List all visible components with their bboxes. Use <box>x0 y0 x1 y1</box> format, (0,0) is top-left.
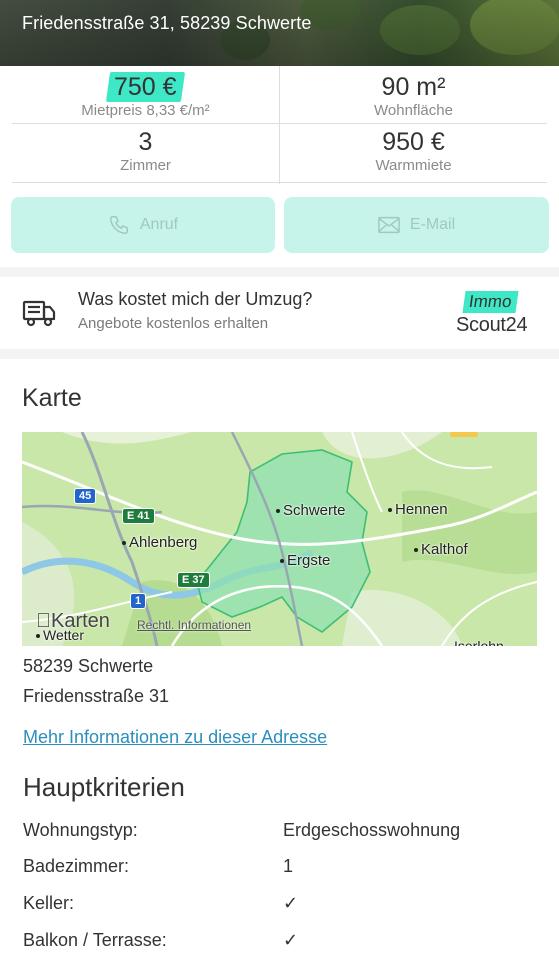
criteria-value: 1 <box>283 856 294 876</box>
apple-icon:  <box>36 610 51 632</box>
fact-area: 90 m² Wohnfläche <box>280 72 547 120</box>
map-place-ahlenberg: Ahlenberg <box>122 534 197 551</box>
rent-label: Mietpreis 8,33 €/m² <box>81 102 210 119</box>
area-value: 90 m² <box>381 73 446 101</box>
road-sign-e37: E 37 <box>177 572 210 588</box>
address-postal: 58239 Schwerte <box>23 656 154 676</box>
moving-subtitle: Angebote kostenlos erhalten <box>78 315 269 332</box>
road-sign-b1: 1 <box>130 593 147 609</box>
criteria-key: Balkon / Terrasse: <box>23 930 167 950</box>
map-legal-link[interactable]: Rechtl. Informationen <box>137 618 251 632</box>
section-divider <box>0 267 559 277</box>
road-sign-e41: E 41 <box>122 508 155 524</box>
criteria-key: Badezimmer: <box>23 856 130 876</box>
location-map[interactable]: 45 E 41 E 37 1 Schwerte Hennen Ahlenberg… <box>22 432 537 646</box>
map-provider: Karten <box>36 610 110 632</box>
check-icon: ✓ <box>283 893 299 913</box>
fact-rent: 750 € Mietpreis 8,33 €/m² <box>12 72 279 120</box>
listing-address: Friedensstraße 31, 58239 Schwerte <box>22 13 312 33</box>
warm-value: 950 € <box>382 128 445 156</box>
check-icon: ✓ <box>283 930 299 950</box>
fact-rooms: 3 Zimmer <box>12 127 279 175</box>
mail-label: E-Mail <box>409 216 456 233</box>
criteria-key: Keller: <box>23 893 75 913</box>
moving-cost-banner[interactable]: Was kostet mich der Umzug? Angebote kost… <box>0 277 559 349</box>
email-button[interactable]: E-Mail <box>284 197 549 253</box>
mail-icon <box>378 216 400 234</box>
criteria-heading: Hauptkriterien <box>23 772 185 802</box>
road-sign-a45: 45 <box>74 488 97 504</box>
criteria-row: Balkon / Terrasse: ✓ <box>23 930 543 958</box>
fact-warm-rent: 950 € Warmmiete <box>280 127 547 175</box>
criteria-row: Badezimmer: 1 <box>23 856 543 884</box>
call-label: Anruf <box>139 216 179 233</box>
criteria-value: Erdgeschosswohnung <box>283 820 461 840</box>
map-place-iserlohn: Iserlohn <box>454 638 504 646</box>
map-place-ergste: Ergste <box>280 552 330 569</box>
key-facts: 750 € Mietpreis 8,33 €/m² 90 m² Wohnfläc… <box>12 66 547 184</box>
area-label: Wohnfläche <box>374 102 453 119</box>
address-info-link[interactable]: Mehr Informationen zu dieser Adresse <box>23 727 327 748</box>
immoscout-logo: Immo Scout24 <box>456 291 528 336</box>
map-place-kalthof: Kalthof <box>414 541 468 558</box>
call-button[interactable]: Anruf <box>11 197 275 253</box>
map-place-hennen: Hennen <box>388 501 448 518</box>
truck-icon <box>22 298 56 333</box>
section-divider <box>0 349 559 359</box>
rooms-value: 3 <box>138 128 153 156</box>
listing-photo[interactable]: Friedensstraße 31, 58239 Schwerte <box>0 0 559 66</box>
criteria-row: Keller: ✓ <box>23 893 543 921</box>
warm-label: Warmmiete <box>375 157 452 174</box>
rent-value: 750 € <box>114 73 177 101</box>
criteria-key: Wohnungstyp: <box>23 820 138 840</box>
map-heading: Karte <box>22 384 82 412</box>
phone-icon <box>108 214 130 236</box>
address-street: Friedensstraße 31 <box>23 686 170 706</box>
map-place-schwerte: Schwerte <box>276 502 346 519</box>
rooms-label: Zimmer <box>120 157 171 174</box>
criteria-row: Wohnungstyp: Erdgeschosswohnung <box>23 820 543 848</box>
rent-highlight: 750 € <box>106 72 185 102</box>
moving-title: Was kostet mich der Umzug? <box>78 289 313 309</box>
